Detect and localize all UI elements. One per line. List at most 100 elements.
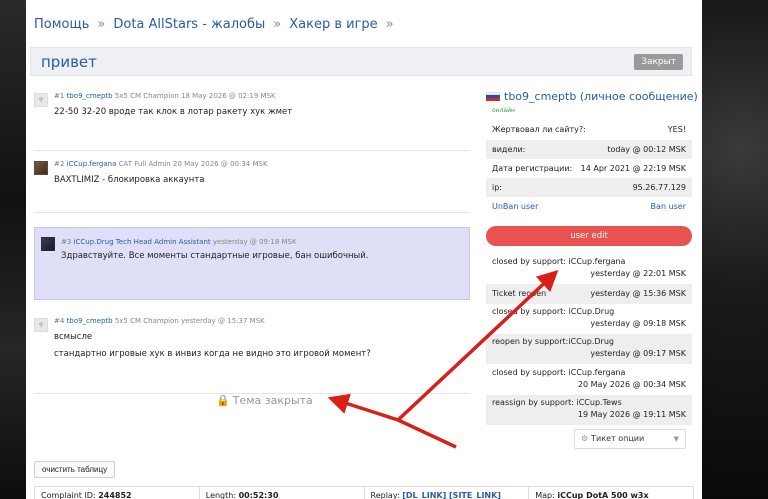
ticket-log-item: Ticket reopen yesterday @ 15:36 MSK	[486, 284, 692, 304]
ticket-log-item: reopen by support:iCCup.Drug yesterday @ …	[486, 334, 692, 364]
log-date: yesterday @ 15:36 MSK	[590, 289, 686, 298]
post-divider	[34, 212, 470, 213]
chevron-down-icon: ▼	[673, 435, 679, 443]
post-text: Здравствуйте. Все моменты стандартные иг…	[61, 251, 369, 261]
cell-value: iCCup DotA 500 w3x	[557, 491, 649, 499]
log-action: reassign by support: iCCup.Tews	[492, 398, 622, 407]
info-row-seen: видели: today @ 00:12 MSK	[486, 140, 692, 159]
complaint-table: Complaint ID: 244852 Length: 00:52:30 Re…	[34, 486, 694, 499]
post-date: yesterday @ 15:37 MSK	[181, 317, 265, 325]
closed-label: Тема закрыта	[232, 394, 313, 407]
log-action: closed by support: iCCup.fergana	[492, 257, 626, 266]
post-meta: #2 iCCup.fergana CAT Full Admin 20 May 2…	[54, 160, 268, 168]
table-cell: Length: 00:52:30	[200, 487, 365, 499]
ticket-log-item: reassign by support: iCCup.Tews 19 May 20…	[486, 395, 692, 425]
post-body: всмысле стандартно игровые хук в инвиз к…	[54, 329, 371, 363]
breadcrumb-hacker[interactable]: Хакер в игре	[289, 17, 377, 32]
unban-user-link[interactable]: UnBan user	[492, 197, 538, 216]
log-action: reopen by support:iCCup.Drug	[492, 337, 614, 346]
ticket-log-item: closed by support: iCCup.fergana 20 May 2…	[486, 365, 692, 395]
post-body: 22-50 32-20 вроде так клок в лотар ракет…	[54, 104, 292, 121]
post-date: yesterday @ 09:18 MSK	[212, 238, 297, 246]
avatar	[34, 161, 48, 175]
log-action: closed by support: iCCup.Drug	[492, 307, 615, 316]
topic-title: привет	[41, 53, 97, 71]
info-row-donated: Жертвовал ли сайту?: YES!	[486, 120, 692, 139]
cell-value: 244852	[98, 491, 132, 499]
topic-closed-notice: 🔒 Тема закрыта	[216, 394, 313, 407]
info-label: ip:	[492, 183, 502, 192]
breadcrumb-separator: »	[273, 17, 282, 32]
background-right	[702, 0, 768, 499]
post-date: 20 May 2026 @ 00:34 MSK	[172, 160, 268, 168]
post-divider	[34, 150, 470, 151]
breadcrumb-dota[interactable]: Dota AllStars - жалобы	[113, 17, 265, 32]
user-header: tbo9_cmeptb (личное сообщение)	[486, 90, 698, 103]
avatar-placeholder-icon: ♆	[34, 318, 48, 332]
breadcrumb-help[interactable]: Помощь	[34, 17, 89, 32]
info-row-registered: Дата регистрации: 14 Apr 2021 @ 22:19 MSK	[486, 159, 692, 178]
ban-links: UnBan user Ban user	[486, 197, 692, 216]
post-2: #2 iCCup.fergana CAT Full Admin 20 May 2…	[34, 158, 470, 198]
post-rank: 5x5 CM Champion	[114, 92, 179, 100]
post-number: #3	[61, 238, 72, 246]
info-label: Дата регистрации:	[492, 164, 573, 173]
cell-label: Map:	[535, 491, 555, 499]
status-badge: Закрыт	[634, 54, 683, 70]
post-author[interactable]: tbo9_cmeptb	[67, 317, 113, 325]
ticket-log-item: closed by support: iCCup.fergana yesterda…	[486, 254, 692, 284]
log-action: Ticket reopen	[492, 289, 547, 298]
post-number: #2	[54, 160, 65, 168]
cell-label: Replay:	[370, 491, 400, 499]
post-4: ♆ #4 tbo9_cmeptb 5x5 CM Champion yesterd…	[34, 315, 470, 365]
info-value: YES!	[667, 125, 686, 134]
post-author[interactable]: tbo9_cmeptb	[67, 92, 113, 100]
avatar-placeholder-icon: ♆	[34, 93, 48, 107]
ban-user-link[interactable]: Ban user	[651, 197, 686, 216]
post-text: стандартно игровые хук в инвиз когда не …	[54, 349, 371, 359]
user-name-link[interactable]: tbo9_cmeptb (личное сообщение)	[504, 90, 698, 103]
post-rank: Tech Head Admin Assistant	[115, 238, 211, 246]
ticket-options-select[interactable]: ⚙ Тикет опции ▼	[574, 429, 686, 449]
post-body: Здравствуйте. Все моменты стандартные иг…	[61, 248, 368, 265]
breadcrumb-separator: »	[97, 17, 106, 32]
cell-label: Complaint ID:	[41, 491, 96, 499]
post-1: ♆ #1 tbo9_cmeptb 5x5 CM Champion 18 May …	[34, 90, 470, 130]
post-3: #3 iCCup.Drug Tech Head Admin Assistant …	[34, 227, 470, 300]
post-body: BAXTLIMIZ - блокировка аккаунта	[54, 172, 205, 189]
ticket-options-label: Тикет опции	[591, 434, 645, 443]
post-author[interactable]: iCCup.Drug	[74, 238, 114, 246]
avatar	[41, 237, 55, 251]
post-date: 18 May 2026 @ 02:19 MSK	[181, 92, 276, 100]
post-meta: #4 tbo9_cmeptb 5x5 CM Champion yesterday…	[54, 317, 265, 325]
topic-title-bar: привет Закрыт	[30, 47, 692, 76]
page: Помощь » Dota AllStars - жалобы » Хакер в иг…	[26, 0, 702, 499]
lock-icon: 🔒	[216, 394, 230, 407]
info-value: 14 Apr 2021 @ 22:19 MSK	[580, 164, 686, 173]
clear-table-button[interactable]: очистить таблицу	[34, 461, 116, 478]
info-label: видели:	[492, 145, 526, 154]
post-meta: #3 iCCup.Drug Tech Head Admin Assistant …	[61, 238, 297, 246]
post-meta: #1 tbo9_cmeptb 5x5 CM Champion 18 May 20…	[54, 92, 276, 100]
table-cell: Map: iCCup DotA 500 w3x	[529, 487, 693, 499]
ticket-log-item: closed by support: iCCup.Drug yesterday @…	[486, 304, 692, 334]
log-date: yesterday @ 09:17 MSK	[590, 349, 686, 358]
user-edit-button[interactable]: user edit	[486, 226, 692, 246]
info-label: Жертвовал ли сайту?:	[492, 125, 586, 134]
gear-icon: ⚙	[581, 434, 589, 443]
post-text: 22-50 32-20 вроде так клок в лотар ракет…	[54, 107, 293, 117]
table-cell: Complaint ID: 244852	[35, 487, 200, 499]
log-action: closed by support: iCCup.fergana	[492, 368, 626, 377]
online-status: онлайн	[492, 107, 515, 114]
post-author[interactable]: iCCup.fergana	[67, 160, 117, 168]
post-text: всмысле	[54, 332, 93, 342]
cell-value: 00:52:30	[238, 491, 279, 499]
post-rank: 5x5 CM Champion	[114, 317, 179, 325]
post-rank: CAT Full Admin	[118, 160, 171, 168]
info-value: 95.26.77.129	[632, 183, 686, 192]
info-row-ip: ip: 95.26.77.129	[486, 178, 692, 197]
replay-links[interactable]: [DL_LINK] [SITE_LINK]	[402, 491, 501, 499]
russia-flag-icon	[486, 91, 500, 101]
post-number: #4	[54, 317, 65, 325]
log-date: yesterday @ 22:01 MSK	[590, 269, 686, 278]
